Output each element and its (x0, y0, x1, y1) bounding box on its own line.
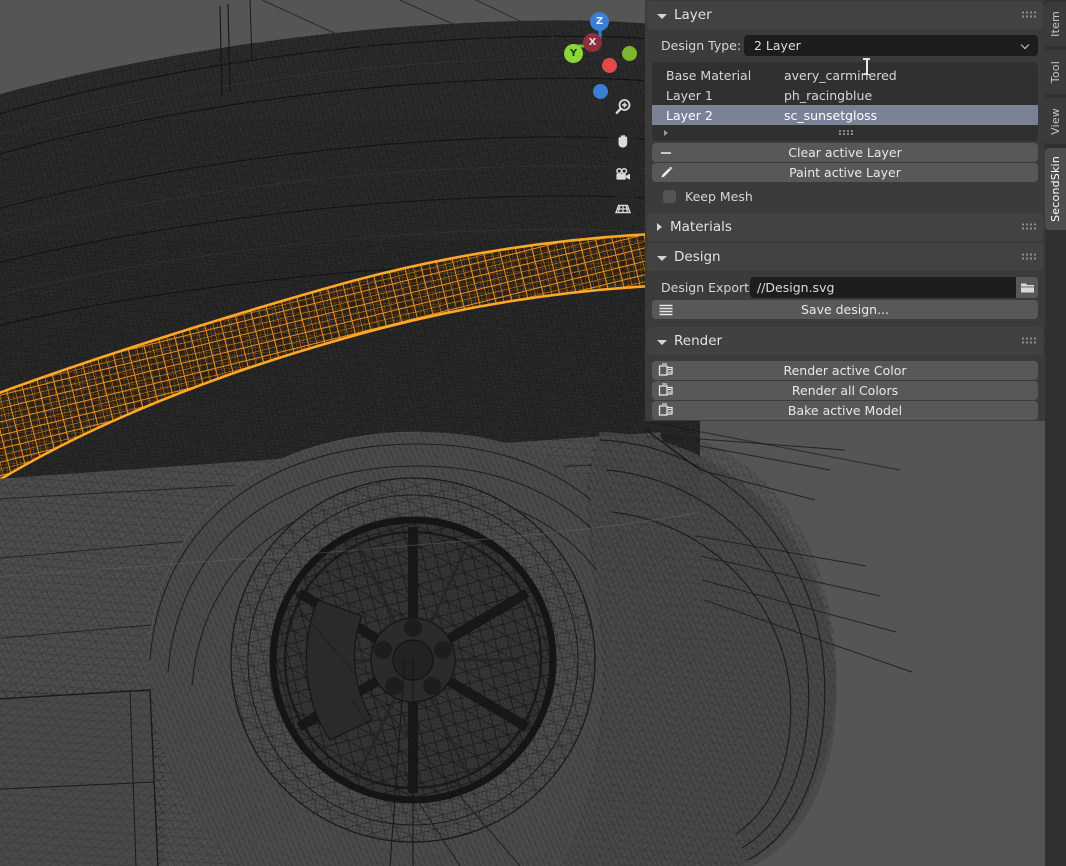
design-export-file-value: //Design.svg (757, 280, 835, 295)
save-design-button[interactable]: Save design... (652, 300, 1038, 319)
camera-icon (616, 167, 630, 180)
gizmo-axis-x-negative[interactable] (602, 58, 617, 73)
render-active-color-label: Render active Color (783, 363, 907, 378)
layer-material: ph_racingblue (784, 87, 873, 103)
paint-active-layer-button[interactable]: Paint active Layer (652, 163, 1038, 182)
chevron-down-icon (657, 255, 667, 261)
secondskin-sidebar-panel: Layer Design Type: 2 Layer Base Material… (645, 0, 1045, 421)
layer-material: avery_carminered (784, 67, 897, 83)
design-export-file-label: Design Export Fi.. (661, 280, 771, 295)
list-resize-grip[interactable] (839, 130, 853, 136)
chevron-down-icon (657, 339, 667, 345)
blender-window: Z X Y Layer Design Type: 2 Layer Base Ma… (0, 0, 1066, 866)
gizmo-axis-x-positive[interactable]: X (583, 33, 602, 52)
keep-mesh-checkbox[interactable] (663, 189, 676, 203)
panel-title-materials: Materials (670, 219, 732, 235)
bake-active-model-label: Bake active Model (787, 403, 903, 418)
panel-grip-layer[interactable] (1022, 11, 1036, 19)
panel-grip-materials[interactable] (1022, 223, 1036, 231)
gizmo-axis-y-negative[interactable] (622, 46, 637, 61)
layer-name: Layer 1 (666, 87, 713, 103)
tab-view-label: View (1049, 107, 1062, 135)
render-all-colors-label: Render all Colors (791, 383, 899, 398)
design-type-label: Design Type: (661, 37, 742, 53)
ortho-toggle-button[interactable] (608, 194, 638, 224)
render-all-colors-button[interactable]: Render all Colors (652, 381, 1038, 400)
chevron-down-icon (657, 13, 667, 19)
save-design-label: Save design... (800, 302, 890, 317)
hand-icon (618, 135, 628, 148)
tab-secondskin[interactable]: SecondSkin (1045, 148, 1066, 230)
lines-icon (658, 302, 674, 318)
gizmo-axis-y-positive[interactable]: Y (564, 44, 583, 63)
gizmo-axis-z-positive[interactable]: Z (590, 12, 609, 31)
keep-mesh-row[interactable]: Keep Mesh (652, 185, 1038, 207)
browse-file-button[interactable] (1016, 277, 1038, 298)
tab-secondskin-label: SecondSkin (1049, 156, 1062, 222)
panel-grip-design[interactable] (1022, 253, 1036, 261)
magnifier-plus-icon (615, 99, 631, 115)
sidebar-tab-strip: Item Tool View SecondSkin (1045, 0, 1066, 866)
clear-active-layer-label: Clear active Layer (788, 145, 902, 160)
tab-view[interactable]: View (1045, 98, 1066, 144)
render-icon (658, 403, 674, 419)
chevron-down-icon (1022, 41, 1031, 50)
bake-active-model-button[interactable]: Bake active Model (652, 401, 1038, 420)
layer-list-footer[interactable] (652, 125, 1038, 141)
minus-icon (658, 145, 674, 161)
view-axis-gizmo[interactable]: Z X Y (552, 8, 642, 99)
render-icon (658, 383, 674, 399)
design-export-file-row: Design Export Fi.. //Design.svg (652, 277, 1038, 298)
design-type-value: 2 Layer (754, 37, 801, 53)
grid-icon (615, 204, 631, 214)
list-item[interactable]: Base Material avery_carminered (652, 65, 1038, 85)
chevron-right-icon (657, 223, 662, 231)
panel-header-design[interactable]: Design (647, 243, 1043, 271)
pan-button[interactable] (608, 126, 638, 156)
zoom-button[interactable] (608, 92, 638, 122)
panel-body-design: Design Export Fi.. //Design.svg Save des… (645, 277, 1045, 319)
panel-body-layer: Design Type: 2 Layer Base Material avery… (645, 34, 1045, 207)
panel-title-render: Render (674, 333, 723, 349)
render-icon (658, 363, 674, 379)
gizmo-axis-z-negative[interactable] (593, 84, 608, 99)
chevron-right-icon[interactable] (664, 130, 668, 136)
layer-name: Base Material (666, 67, 752, 83)
list-item-active[interactable]: Layer 2 sc_sunsetgloss (652, 105, 1038, 125)
keep-mesh-label: Keep Mesh (685, 188, 753, 204)
folder-icon (1020, 283, 1034, 293)
design-type-dropdown[interactable]: 2 Layer (744, 34, 1038, 56)
tab-tool-label: Tool (1049, 60, 1062, 84)
panel-grip-render[interactable] (1022, 337, 1036, 345)
viewport-nav-buttons (608, 92, 640, 228)
panel-title-layer: Layer (674, 7, 712, 23)
tab-tool[interactable]: Tool (1045, 50, 1066, 94)
render-active-color-button[interactable]: Render active Color (652, 361, 1038, 380)
design-export-file-input[interactable]: //Design.svg (750, 277, 1016, 298)
tab-item-label: Item (1049, 11, 1062, 37)
pencil-icon (658, 165, 674, 181)
clear-active-layer-button[interactable]: Clear active Layer (652, 143, 1038, 162)
panel-title-design: Design (674, 249, 721, 265)
camera-button[interactable] (608, 160, 638, 190)
list-item[interactable]: Layer 1 ph_racingblue (652, 85, 1038, 105)
layer-material: sc_sunsetgloss (784, 107, 878, 123)
panel-header-render[interactable]: Render (647, 327, 1043, 355)
panel-header-layer[interactable]: Layer (647, 1, 1043, 29)
panel-header-materials[interactable]: Materials (647, 213, 1043, 241)
design-type-row: Design Type: 2 Layer (652, 34, 1038, 56)
paint-active-layer-label: Paint active Layer (789, 165, 901, 180)
tab-item[interactable]: Item (1045, 2, 1066, 46)
panel-body-render: Render active Color Render all Colors Ba… (645, 355, 1045, 421)
layer-list[interactable]: Base Material avery_carminered Layer 1 p… (652, 62, 1038, 141)
layer-name: Layer 2 (666, 107, 713, 123)
